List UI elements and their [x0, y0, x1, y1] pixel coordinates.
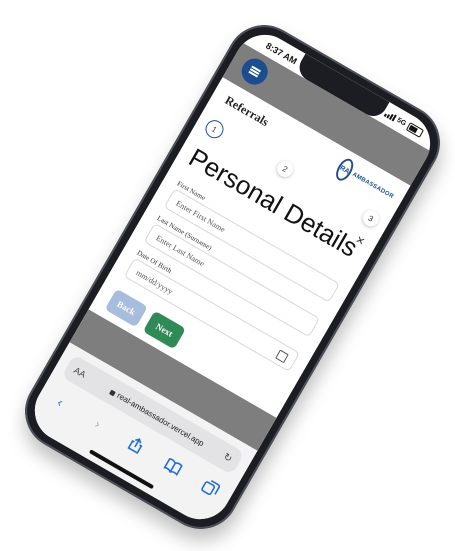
back-arrow-icon[interactable]: ‹: [47, 388, 74, 415]
logo-mark: RA: [332, 155, 357, 184]
phone-mockup: 8:37 AM 5G Referrals RA AMBASSADOR 1 2 3…: [11, 11, 454, 543]
calendar-icon[interactable]: [275, 349, 289, 364]
hamburger-icon: [249, 68, 260, 75]
battery-icon: [405, 122, 425, 138]
step-1[interactable]: 1: [202, 116, 227, 142]
step-3[interactable]: 3: [359, 207, 382, 230]
lock-icon: [109, 389, 117, 396]
logo-text: AMBASSADOR: [351, 171, 395, 201]
tabs-icon[interactable]: [197, 475, 224, 502]
forward-arrow-icon[interactable]: ›: [84, 410, 111, 437]
reload-icon[interactable]: ↻: [221, 451, 234, 465]
share-icon[interactable]: [122, 431, 149, 458]
step-2[interactable]: 2: [274, 157, 297, 180]
bookmarks-icon[interactable]: [159, 453, 186, 480]
text-size-button[interactable]: AA: [72, 365, 87, 380]
signal-icon: [383, 110, 397, 122]
phone-screen: 8:37 AM 5G Referrals RA AMBASSADOR 1 2 3…: [23, 23, 442, 531]
network-label: 5G: [395, 116, 408, 128]
